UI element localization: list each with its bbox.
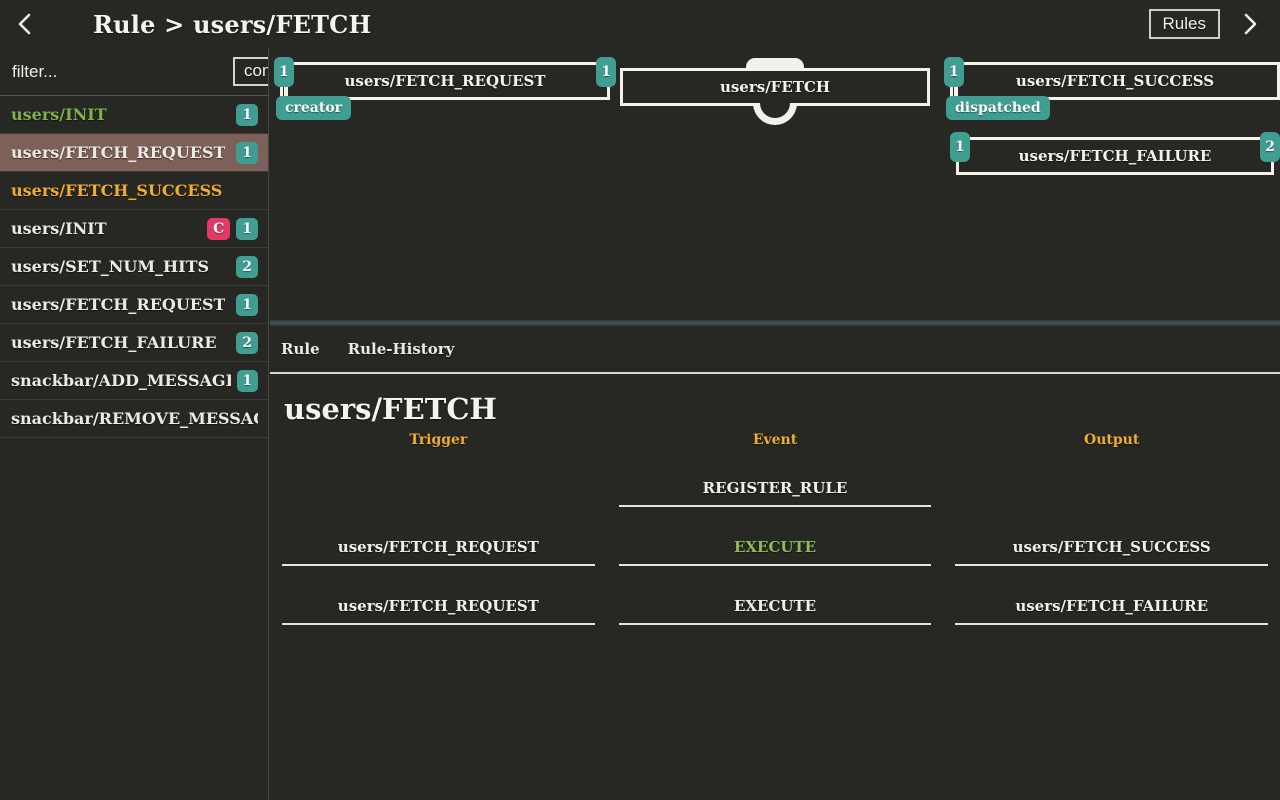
graph-node[interactable]: users/FETCH_REQUEST 1 1 — [274, 57, 616, 100]
rule-table: Trigger Event Output REGISTER_RULE users/F… — [270, 426, 1280, 625]
table-cell-value: REGISTER_RULE — [702, 479, 848, 497]
graph-node-label: users/FETCH — [719, 78, 831, 96]
action-count-badge[interactable]: 1 — [236, 103, 258, 126]
action-list-item-label: snackbar/ADD_MESSAGE — [11, 371, 231, 390]
action-count-badge[interactable]: 1 — [236, 369, 258, 392]
action-count-badge[interactable]: 2 — [236, 331, 258, 354]
action-list-item[interactable]: users/FETCH_REQUEST 1 — [0, 134, 268, 172]
table-row[interactable]: REGISTER_RULE — [270, 448, 1280, 507]
action-list-item-label: users/INIT — [11, 219, 107, 238]
chevron-left-icon — [16, 12, 32, 36]
back-button[interactable] — [0, 0, 48, 48]
action-list-item-label: users/FETCH_SUCCESS — [11, 181, 223, 200]
action-list-item[interactable]: users/FETCH_REQUEST 1 — [0, 286, 268, 324]
table-cell-value: users/FETCH_SUCCESS — [1012, 538, 1211, 556]
graph-node-role-pill[interactable]: creator — [276, 96, 352, 120]
table-cell-output: users/FETCH_FAILURE — [943, 566, 1280, 625]
table-body: REGISTER_RULE users/FETCH_REQUEST EXECUTE… — [270, 448, 1280, 625]
graph-node[interactable]: users/FETCH_FAILURE 1 2 — [950, 132, 1280, 175]
table-column-header: Trigger — [409, 432, 468, 448]
action-list-item-label: users/INIT — [11, 105, 107, 124]
table-cell-value: users/FETCH_REQUEST — [337, 538, 539, 556]
table-cell-value: users/FETCH_FAILURE — [1015, 597, 1209, 615]
graph-node-role-pill[interactable]: dispatched — [946, 96, 1050, 120]
action-tag-badge[interactable]: C — [207, 217, 231, 240]
rules-button[interactable]: Rules — [1148, 8, 1220, 40]
action-count-badge[interactable]: 1 — [236, 141, 258, 164]
graph-node-input-port[interactable]: 1 — [950, 132, 970, 162]
action-list-item[interactable]: users/SET_NUM_HITS 2 — [0, 248, 268, 286]
action-list-item[interactable]: snackbar/ADD_MESSAGE 1 — [0, 362, 268, 400]
table-cell-trigger: users/FETCH_REQUEST — [270, 507, 607, 566]
table-cell-trigger — [270, 448, 607, 507]
detail-rule-title: users/FETCH — [284, 392, 497, 426]
header-actions: Rules — [1148, 0, 1280, 48]
action-list-item-label: snackbar/REMOVE_MESSAGE — [11, 409, 258, 428]
table-column-header: Event — [752, 432, 798, 448]
detail-tabs: Rule Rule-History — [270, 326, 1280, 374]
action-list-item[interactable]: users/FETCH_SUCCESS — [0, 172, 268, 210]
action-list-item[interactable]: users/INIT C 1 — [0, 210, 268, 248]
action-count-badge[interactable]: 1 — [236, 217, 258, 240]
table-row[interactable]: users/FETCH_REQUEST EXECUTE users/FETCH_FA… — [270, 566, 1280, 625]
table-cell-output: users/FETCH_SUCCESS — [943, 507, 1280, 566]
action-count-badge[interactable]: 1 — [236, 293, 258, 316]
graph-node-label: users/FETCH_SUCCESS — [1015, 72, 1215, 90]
action-list-item[interactable]: users/INIT 1 — [0, 96, 268, 134]
page-title: Rule > users/FETCH — [93, 9, 372, 39]
graph-node[interactable]: users/FETCH — [620, 58, 930, 125]
action-list-item-label: users/SET_NUM_HITS — [11, 257, 210, 276]
graph-node[interactable]: users/FETCH_SUCCESS 1 — [944, 57, 1280, 100]
graph-node-input-port[interactable]: 1 — [944, 57, 964, 87]
detail-tab[interactable]: Rule — [281, 340, 320, 358]
table-cell-output — [943, 448, 1280, 507]
graph-node-label: users/FETCH_REQUEST — [344, 72, 546, 90]
action-list-item-label: users/FETCH_FAILURE — [11, 333, 217, 352]
detail-tab[interactable]: Rule-History — [348, 340, 455, 358]
table-cell-value: EXECUTE — [733, 597, 817, 615]
table-cell-event: EXECUTE — [607, 566, 944, 625]
table-column-header: Output — [1084, 432, 1140, 448]
action-count-badge[interactable]: 2 — [236, 255, 258, 278]
table-row[interactable]: users/FETCH_REQUEST EXECUTE users/FETCH_SU… — [270, 507, 1280, 566]
action-list-item[interactable]: users/FETCH_FAILURE 2 — [0, 324, 268, 362]
table-cell-value: users/FETCH_REQUEST — [337, 597, 539, 615]
graph-node-output-port[interactable]: 1 — [596, 57, 616, 87]
action-list-item-label: users/FETCH_REQUEST — [11, 143, 226, 162]
table-cell-underline — [618, 623, 932, 625]
action-list: users/INIT 1 users/FETCH_REQUEST 1 users/FET… — [0, 96, 268, 438]
action-list-item-label: users/FETCH_REQUEST — [11, 295, 226, 314]
app-root: Rule > users/FETCH Rules commit users/IN… — [0, 0, 1280, 800]
table-cell-underline — [955, 623, 1269, 625]
table-header-row: Trigger Event Output — [270, 426, 1280, 448]
filter-input[interactable] — [12, 61, 233, 82]
detail-pane: Rule Rule-History users/FETCH Trigger Even… — [270, 326, 1280, 800]
table-cell-value: EXECUTE — [733, 538, 817, 556]
table-cell-underline — [282, 623, 595, 625]
table-cell-trigger: users/FETCH_REQUEST — [270, 566, 607, 625]
filter-bar: commit — [0, 48, 268, 96]
chevron-right-icon — [1242, 12, 1258, 36]
graph-node-output-port[interactable]: 2 — [1260, 132, 1280, 162]
table-cell-event: REGISTER_RULE — [607, 448, 944, 507]
action-list-item[interactable]: snackbar/REMOVE_MESSAGE — [0, 400, 268, 438]
commit-button[interactable]: commit — [233, 56, 268, 87]
rule-graph[interactable]: users/FETCH_REQUEST 1 1 creator users/FETCH u… — [270, 48, 1280, 320]
graph-node-input-port[interactable]: 1 — [274, 57, 294, 87]
table-cell-event: EXECUTE — [607, 507, 944, 566]
forward-button[interactable] — [1226, 0, 1274, 48]
sidebar: commit users/INIT1users/FETCH_REQUEST1us… — [0, 48, 269, 800]
graph-node-label: users/FETCH_FAILURE — [1018, 147, 1212, 165]
app-header: Rule > users/FETCH Rules — [0, 0, 1280, 49]
